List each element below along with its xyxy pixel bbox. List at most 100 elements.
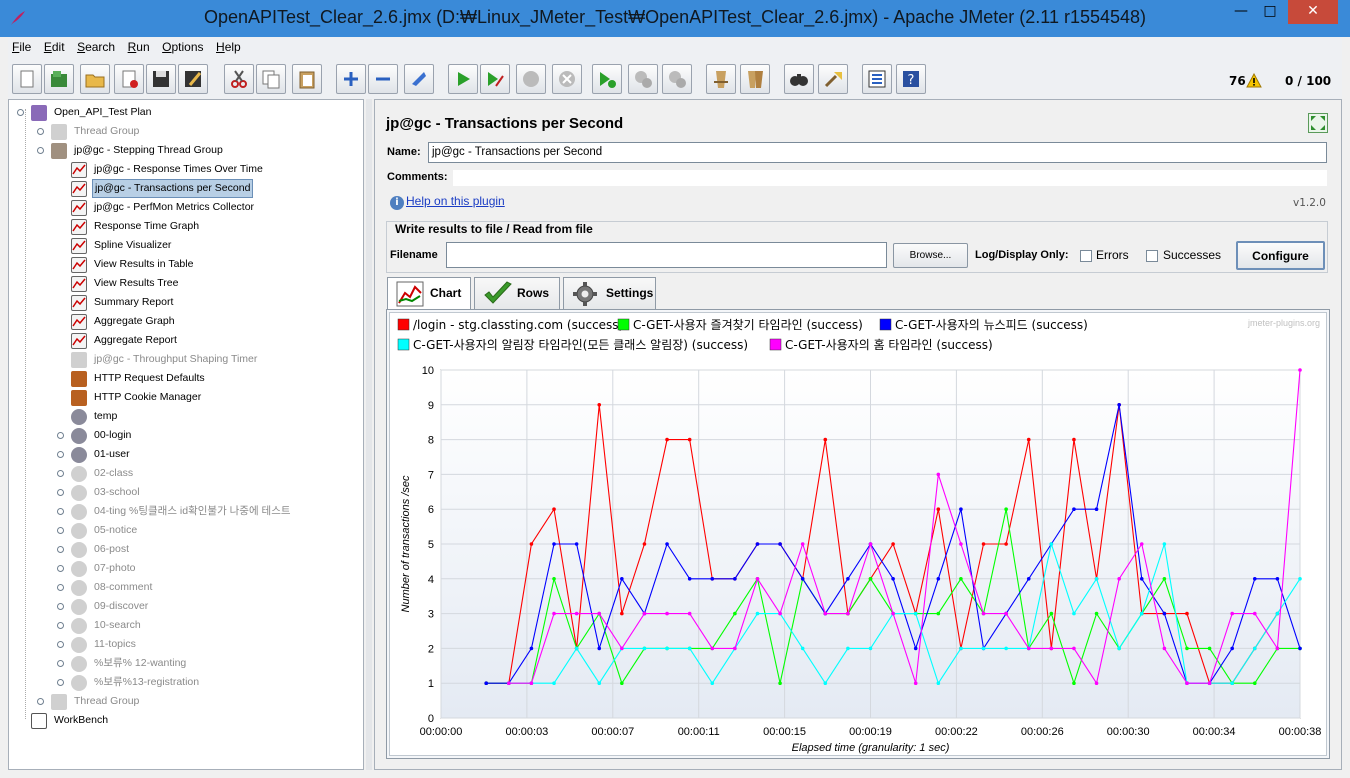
controller-icon	[71, 504, 87, 520]
remote-start-button[interactable]	[592, 64, 622, 94]
stop-button[interactable]	[516, 64, 546, 94]
listener-icon	[71, 181, 87, 197]
remote-stop-button[interactable]	[628, 64, 658, 94]
tree-toggle-icon[interactable]	[57, 432, 64, 439]
listener-icon	[71, 333, 87, 349]
browse-button[interactable]: Browse...	[893, 243, 968, 268]
chart-area[interactable]: 0 1 2 3 4 5 6 7 8 9 10 00:00:00 00:00:03 00:00:07 00:0…	[389, 312, 1327, 756]
test-plan-tree[interactable]: Open_API_Test Plan Thread Group jp@gc - St…	[8, 99, 364, 770]
tree-toggle-icon[interactable]	[37, 128, 44, 135]
thread-group-icon	[51, 694, 67, 710]
tab-chart[interactable]: Chart	[387, 277, 471, 310]
controller-icon	[71, 523, 87, 539]
tree-toggle-icon[interactable]	[57, 527, 64, 534]
data-point	[642, 646, 647, 651]
tree-toggle-icon[interactable]	[57, 641, 64, 648]
remote-shutdown-button[interactable]	[662, 64, 692, 94]
active-threads-status: 0 / 100	[1285, 74, 1332, 88]
data-point	[778, 681, 782, 685]
clear-icon	[714, 71, 728, 88]
menu-edit[interactable]: Edit	[40, 37, 70, 54]
tree-toggle-icon[interactable]	[57, 603, 64, 610]
menu-run[interactable]: Run	[124, 37, 155, 54]
close-file-button[interactable]	[114, 64, 144, 94]
shutdown-button[interactable]	[552, 64, 582, 94]
data-point	[1252, 646, 1257, 651]
collapse-button[interactable]	[368, 64, 398, 94]
copy-button[interactable]	[256, 64, 286, 94]
successes-checkbox[interactable]	[1146, 250, 1158, 262]
maximize-button[interactable]: □	[1253, 0, 1287, 24]
paste-button[interactable]	[292, 64, 322, 94]
cut-button[interactable]	[224, 64, 254, 94]
tree-node-label: jp@gc - Stepping Thread Group	[74, 144, 223, 156]
filename-field[interactable]	[446, 242, 887, 268]
data-point	[868, 646, 873, 651]
tree-toggle-icon[interactable]	[37, 147, 44, 154]
expand-button[interactable]	[336, 64, 366, 94]
clear-all-button[interactable]	[740, 64, 770, 94]
data-point	[846, 577, 850, 581]
data-point	[1162, 646, 1167, 651]
function-helper-button[interactable]	[862, 64, 892, 94]
tree-toggle-icon[interactable]	[57, 679, 64, 686]
name-field[interactable]: jp@gc - Transactions per Second	[428, 142, 1327, 163]
listener-icon	[71, 257, 87, 273]
y-tick-label: 2	[428, 643, 434, 655]
comments-field[interactable]	[453, 170, 1327, 186]
tree-toggle-icon[interactable]	[57, 584, 64, 591]
menu-file[interactable]: File	[8, 37, 36, 54]
tree-node-label: jp@gc - PerfMon Metrics Collector	[94, 201, 255, 213]
menu-search[interactable]: Search	[73, 37, 120, 54]
tree-toggle-icon[interactable]	[57, 546, 64, 553]
templates-icon	[51, 71, 67, 87]
data-point	[1117, 403, 1121, 407]
data-point	[1049, 646, 1054, 651]
data-point	[484, 681, 489, 685]
start-no-pause-button[interactable]	[480, 64, 510, 94]
tree-toggle-icon[interactable]	[57, 470, 64, 477]
tree-node-label: Aggregate Graph	[94, 315, 175, 327]
data-point	[1026, 437, 1031, 442]
data-point	[959, 507, 963, 511]
warning-icon[interactable]	[1246, 73, 1262, 88]
y-tick-label: 5	[428, 539, 434, 551]
close-button[interactable]: ✕	[1288, 0, 1338, 24]
maximize-chart-icon[interactable]	[1308, 113, 1328, 133]
menu-help[interactable]: Help	[212, 37, 246, 54]
search-button[interactable]	[784, 64, 814, 94]
tab-settings[interactable]: Settings	[563, 277, 656, 309]
help-button[interactable]: ?	[896, 64, 926, 94]
split-pane-divider[interactable]	[366, 99, 372, 770]
reset-search-button[interactable]	[818, 64, 848, 94]
tree-node-label: Thread Group	[74, 695, 140, 707]
errors-checkbox[interactable]	[1080, 250, 1092, 262]
data-point	[1072, 611, 1076, 616]
data-point	[710, 681, 715, 685]
templates-button[interactable]	[44, 64, 74, 94]
tree-toggle-icon[interactable]	[57, 508, 64, 515]
tree-toggle-icon[interactable]	[57, 489, 64, 496]
controller-icon	[71, 542, 87, 558]
tree-toggle-icon[interactable]	[57, 565, 64, 572]
tree-toggle-icon[interactable]	[57, 622, 64, 629]
tree-toggle-icon[interactable]	[37, 698, 44, 705]
listener-icon	[71, 238, 87, 254]
tree-toggle-icon[interactable]	[17, 109, 24, 116]
save-as-button[interactable]	[178, 64, 208, 94]
tree-toggle-icon[interactable]	[57, 660, 64, 667]
data-point	[1117, 577, 1121, 581]
menu-options[interactable]: Options	[158, 37, 208, 54]
new-button[interactable]	[12, 64, 42, 94]
data-point	[1004, 611, 1008, 616]
configure-button[interactable]: Configure	[1236, 241, 1325, 270]
open-button[interactable]	[80, 64, 110, 94]
start-button[interactable]	[448, 64, 478, 94]
save-button[interactable]	[146, 64, 176, 94]
tree-toggle-icon[interactable]	[57, 451, 64, 458]
clear-button[interactable]	[706, 64, 736, 94]
help-link[interactable]: Help on this plugin	[406, 194, 505, 208]
data-point	[755, 611, 760, 616]
toggle-button[interactable]	[404, 64, 434, 94]
tab-rows[interactable]: Rows	[474, 277, 560, 309]
